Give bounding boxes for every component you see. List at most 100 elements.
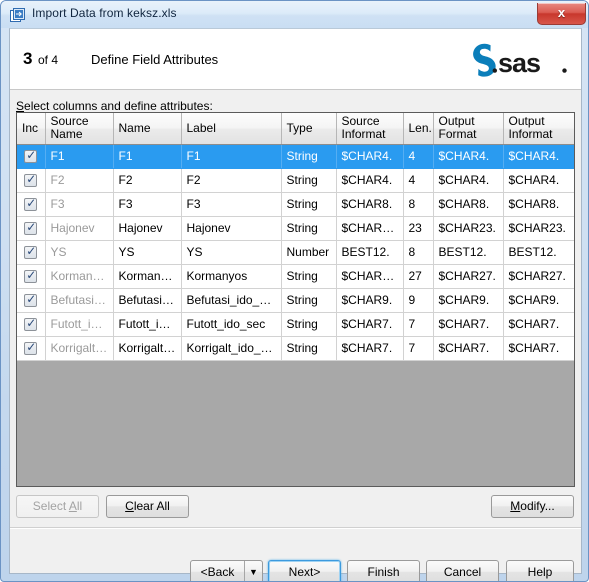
cell-type[interactable]: String: [281, 168, 337, 193]
cell-output-informat[interactable]: $CHAR9.: [503, 288, 574, 313]
cell-output-format[interactable]: $CHAR23.: [433, 216, 504, 241]
cell-output-informat[interactable]: $CHAR27.: [503, 264, 574, 289]
column-header-type[interactable]: Type: [281, 113, 337, 145]
cell-len[interactable]: 8: [403, 240, 434, 265]
cell-source-name[interactable]: Kormanyos: [45, 264, 114, 289]
cell-source-informat[interactable]: $CHAR8.: [336, 192, 404, 217]
cell-len[interactable]: 9: [403, 288, 434, 313]
cell-source-informat[interactable]: $CHAR7.: [336, 336, 404, 361]
cell-len[interactable]: 8: [403, 192, 434, 217]
row-include-cell[interactable]: ✓: [17, 144, 46, 169]
include-checkbox[interactable]: ✓: [24, 341, 38, 356]
modify-button[interactable]: Modify...: [491, 495, 574, 518]
cell-type[interactable]: String: [281, 192, 337, 217]
cell-type[interactable]: String: [281, 264, 337, 289]
column-header-label[interactable]: Label: [181, 113, 282, 145]
cell-name[interactable]: Futott_ido...: [113, 312, 182, 337]
column-header-source-name[interactable]: Source Name: [45, 113, 114, 145]
cell-output-informat[interactable]: $CHAR4.: [503, 168, 574, 193]
cell-source-informat[interactable]: $CHAR4.: [336, 168, 404, 193]
cell-name[interactable]: Kormanyos: [113, 264, 182, 289]
include-checkbox[interactable]: ✓: [24, 317, 38, 332]
cell-type[interactable]: String: [281, 336, 337, 361]
cell-label[interactable]: Futott_ido_sec: [181, 312, 282, 337]
cell-name[interactable]: F3: [113, 192, 182, 217]
cell-len[interactable]: 4: [403, 168, 434, 193]
row-include-cell[interactable]: ✓: [17, 168, 46, 193]
cell-output-format[interactable]: BEST12.: [433, 240, 504, 265]
cell-type[interactable]: String: [281, 288, 337, 313]
column-header-name[interactable]: Name: [113, 113, 182, 145]
table-row[interactable]: ✓ Futott_ido... Futott_ido... Futott_ido_se…: [17, 312, 574, 337]
cell-name[interactable]: Befutasi_i...: [113, 288, 182, 313]
include-checkbox[interactable]: ✓: [24, 149, 38, 164]
cell-output-format[interactable]: $CHAR4.: [433, 144, 504, 169]
cell-label[interactable]: Kormanyos: [181, 264, 282, 289]
column-header-inc[interactable]: Inc: [17, 113, 46, 145]
row-include-cell[interactable]: ✓: [17, 336, 46, 361]
include-checkbox[interactable]: ✓: [24, 173, 38, 188]
table-row[interactable]: ✓ Kormanyos Kormanyos Kormanyos String $CHAR2…: [17, 264, 574, 289]
cell-source-informat[interactable]: BEST12.: [336, 240, 404, 265]
cell-source-name[interactable]: Befutasi_id...: [45, 288, 114, 313]
cell-source-informat[interactable]: $CHAR9.: [336, 288, 404, 313]
include-checkbox[interactable]: ✓: [24, 197, 38, 212]
table-row[interactable]: ✓ Befutasi_id... Befutasi_i... Befutasi_ido…: [17, 288, 574, 313]
cell-output-informat[interactable]: $CHAR23.: [503, 216, 574, 241]
row-include-cell[interactable]: ✓: [17, 288, 46, 313]
back-button[interactable]: <Back ▼: [190, 560, 263, 581]
include-checkbox[interactable]: ✓: [24, 269, 38, 284]
row-include-cell[interactable]: ✓: [17, 216, 46, 241]
include-checkbox[interactable]: ✓: [24, 221, 38, 236]
include-checkbox[interactable]: ✓: [24, 245, 38, 260]
cell-name[interactable]: Hajonev: [113, 216, 182, 241]
table-row[interactable]: ✓ F1 F1 F1 String $CHAR4. 4 $CHAR4. $CHAR4.: [17, 144, 574, 169]
chevron-down-icon[interactable]: ▼: [245, 561, 262, 581]
cancel-button[interactable]: Cancel: [426, 560, 499, 581]
row-include-cell[interactable]: ✓: [17, 192, 46, 217]
cell-output-format[interactable]: $CHAR4.: [433, 168, 504, 193]
cell-source-name[interactable]: Korrigalt_id...: [45, 336, 114, 361]
cell-source-name[interactable]: YS: [45, 240, 114, 265]
cell-output-format[interactable]: $CHAR27.: [433, 264, 504, 289]
cell-label[interactable]: YS: [181, 240, 282, 265]
clear-all-button[interactable]: Clear All: [106, 495, 189, 518]
cell-output-format[interactable]: $CHAR8.: [433, 192, 504, 217]
cell-source-name[interactable]: F2: [45, 168, 114, 193]
column-header-output-informat[interactable]: Output Informat: [503, 113, 574, 145]
next-button[interactable]: Next>: [268, 560, 341, 581]
cell-output-format[interactable]: $CHAR7.: [433, 312, 504, 337]
cell-source-informat[interactable]: $CHAR23.: [336, 216, 404, 241]
column-header-output-format[interactable]: Output Format: [433, 113, 504, 145]
cell-output-informat[interactable]: BEST12.: [503, 240, 574, 265]
table-row[interactable]: ✓ Hajonev Hajonev Hajonev String $CHAR23. 23 $C…: [17, 216, 574, 241]
cell-label[interactable]: F1: [181, 144, 282, 169]
table-row[interactable]: ✓ F3 F3 F3 String $CHAR8. 8 $CHAR8. $CHAR8.: [17, 192, 574, 217]
cell-label[interactable]: Befutasi_ido_oo_...: [181, 288, 282, 313]
cell-label[interactable]: F3: [181, 192, 282, 217]
row-include-cell[interactable]: ✓: [17, 264, 46, 289]
cell-label[interactable]: Hajonev: [181, 216, 282, 241]
cell-name[interactable]: F2: [113, 168, 182, 193]
help-button[interactable]: Help: [506, 560, 574, 581]
cell-source-informat[interactable]: $CHAR7.: [336, 312, 404, 337]
cell-output-informat[interactable]: $CHAR8.: [503, 192, 574, 217]
cell-len[interactable]: 7: [403, 336, 434, 361]
cell-name[interactable]: Korrigalt_i...: [113, 336, 182, 361]
column-header-source-informat[interactable]: Source Informat: [336, 113, 404, 145]
table-row[interactable]: ✓ YS YS YS Number BEST12. 8 BEST12. BEST12.: [17, 240, 574, 265]
table-row[interactable]: ✓ Korrigalt_id...Korrigalt_i...Korrigalt_…: [17, 336, 574, 361]
cell-source-name[interactable]: Hajonev: [45, 216, 114, 241]
cell-type[interactable]: Number: [281, 240, 337, 265]
cell-label[interactable]: Korrigalt_ido_sec: [181, 336, 282, 361]
cell-source-informat[interactable]: $CHAR27.: [336, 264, 404, 289]
cell-type[interactable]: String: [281, 216, 337, 241]
cell-output-format[interactable]: $CHAR7.: [433, 336, 504, 361]
cell-output-informat[interactable]: $CHAR4.: [503, 144, 574, 169]
cell-output-informat[interactable]: $CHAR7.: [503, 312, 574, 337]
cell-len[interactable]: 7: [403, 312, 434, 337]
cell-source-name[interactable]: F3: [45, 192, 114, 217]
cell-name[interactable]: F1: [113, 144, 182, 169]
field-attributes-grid[interactable]: Inc Source Name Name Label Type Source I…: [16, 112, 575, 487]
finish-button[interactable]: Finish: [347, 560, 420, 581]
